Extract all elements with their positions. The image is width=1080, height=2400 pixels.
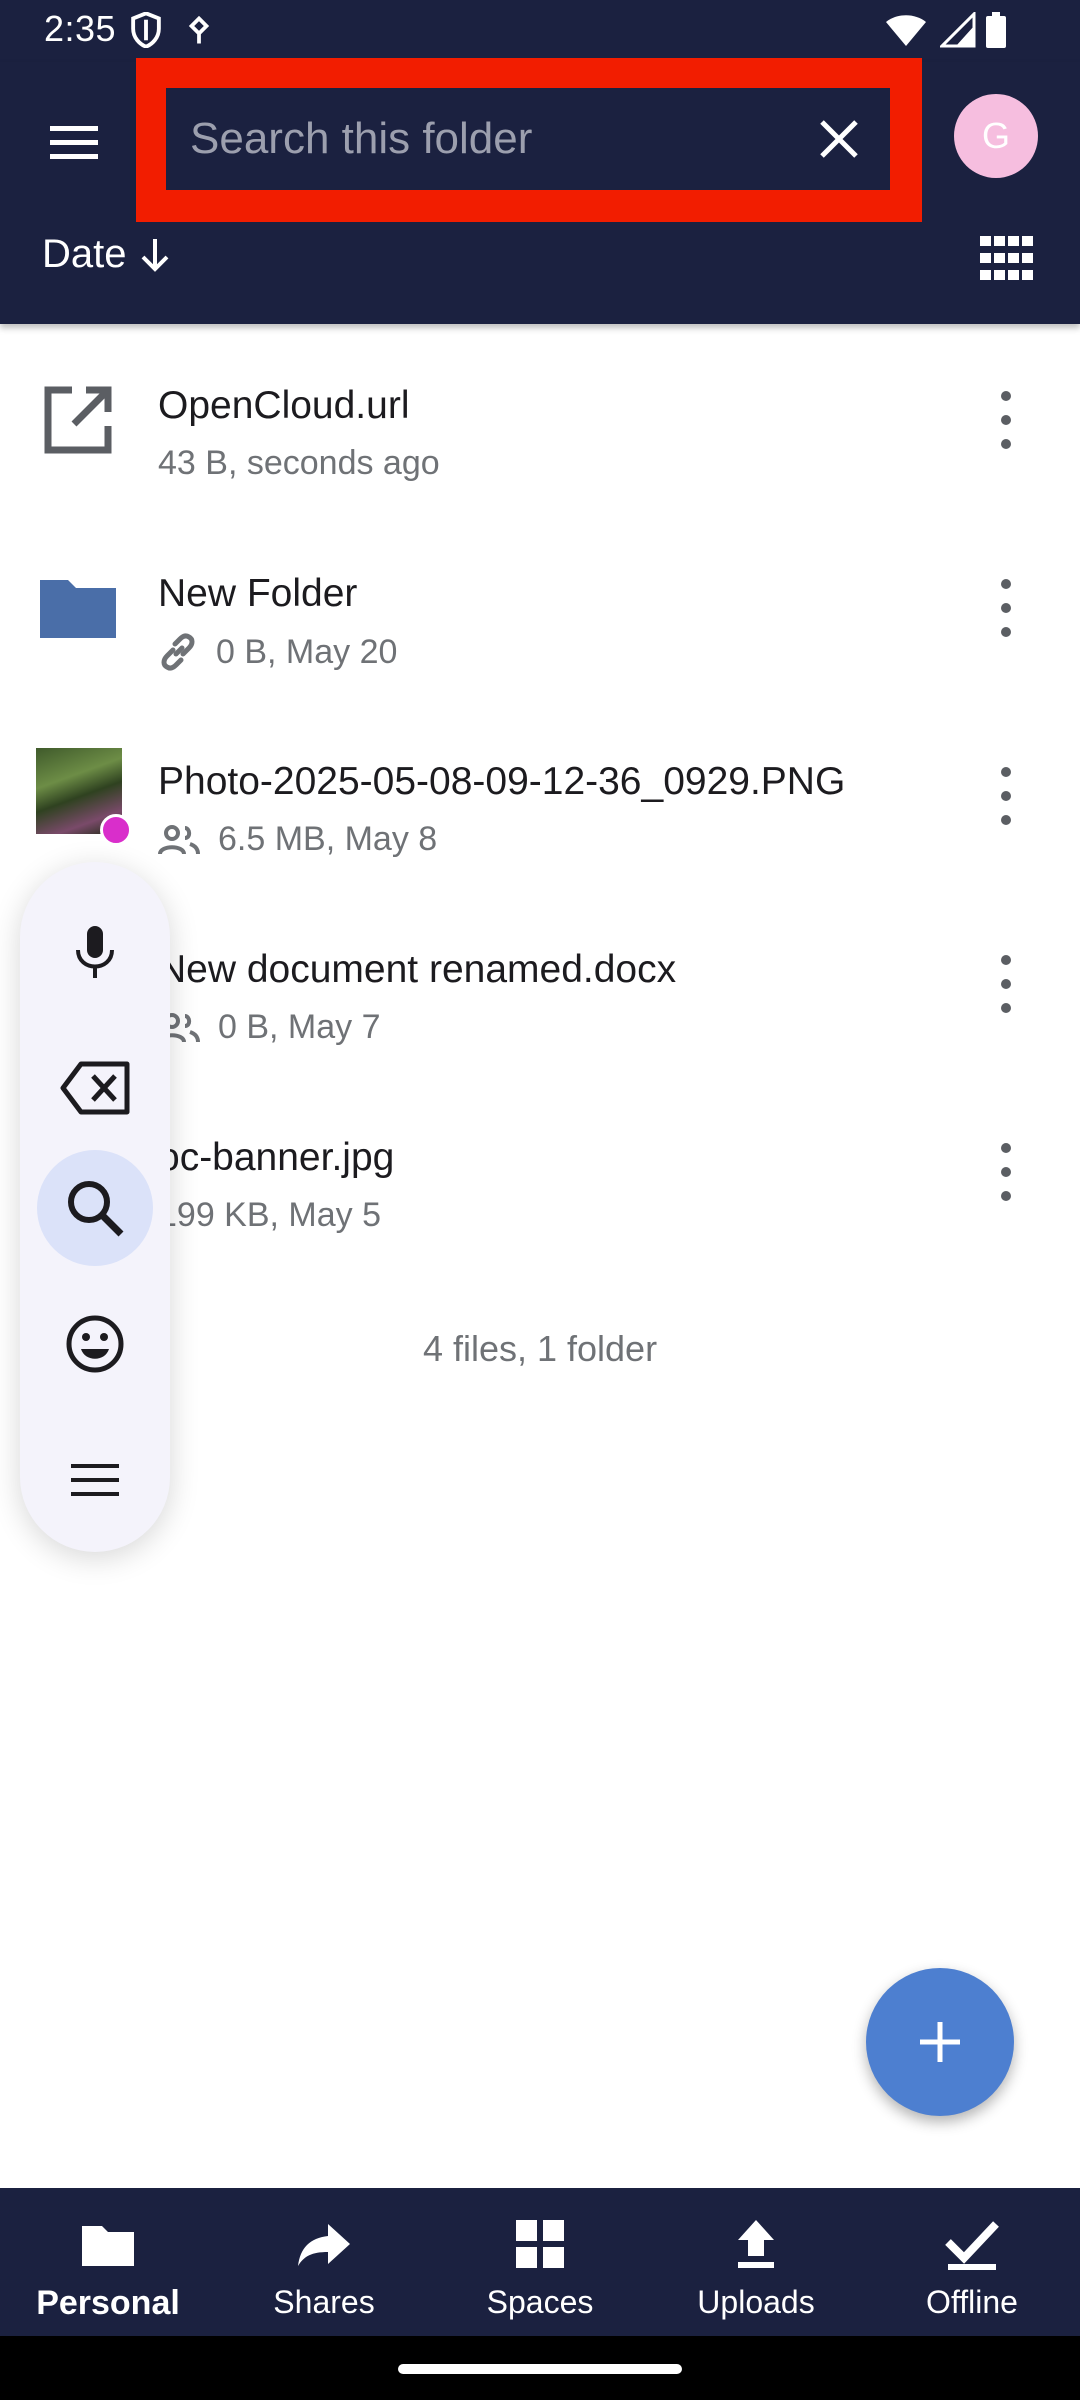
shield-icon [131,12,161,48]
file-name: New Folder [158,572,358,615]
nav-item-personal[interactable]: Personal [0,2188,216,2336]
folder-icon [82,2226,134,2266]
voice-input-button[interactable] [37,894,153,1010]
emoji-icon [66,1315,124,1373]
search-icon [68,1181,124,1237]
shared-icon [158,824,200,855]
nav-label: Personal [36,2284,180,2322]
network-icon [188,16,210,44]
list-item[interactable]: Photo-2025-05-08-09-12-36_0929.PNG 6.5 M… [0,710,1080,898]
avatar[interactable]: G [954,94,1038,178]
close-icon[interactable] [812,112,866,166]
more-options-icon[interactable] [988,384,1024,456]
backspace-button[interactable] [37,1030,153,1146]
nav-label: Uploads [697,2284,815,2320]
nav-item-uploads[interactable]: Uploads [648,2188,864,2336]
menu-icon [71,1464,119,1496]
check-icon [945,2221,999,2270]
upload-icon [738,2220,774,2268]
spaces-grid-icon [516,2220,564,2268]
grid-view-icon[interactable] [980,236,1034,280]
add-fab-button[interactable] [866,1968,1014,2116]
app-bar: Search this folder G Date [0,58,1080,324]
arrow-down-icon [141,238,168,272]
backspace-icon [60,1061,130,1115]
folder-icon [40,580,116,638]
search-input[interactable]: Search this folder [166,88,890,190]
file-name: oc-banner.jpg [158,1136,395,1179]
file-meta: 199 KB, May 5 [158,1196,382,1234]
floating-keyboard-panel [20,862,170,1552]
external-link-icon [44,386,112,454]
signal-icon [940,12,976,48]
keyboard-menu-button[interactable] [37,1422,153,1538]
file-meta: 6.5 MB, May 8 [158,820,437,859]
nav-label: Spaces [486,2284,594,2320]
status-time: 2:35 [44,8,117,49]
list-item[interactable]: New Folder 0 B, May 20 [0,522,1080,710]
list-item[interactable]: OpenCloud.url 43 B, seconds ago [0,334,1080,522]
sort-button[interactable]: Date [42,232,173,277]
battery-icon [986,12,1006,48]
hamburger-menu-icon[interactable] [44,112,104,172]
more-options-icon[interactable] [988,572,1024,644]
file-meta: 43 B, seconds ago [158,444,440,482]
emoji-button[interactable] [37,1286,153,1402]
more-options-icon[interactable] [988,1136,1024,1208]
file-meta: 0 B, May 20 [158,632,397,672]
nav-item-spaces[interactable]: Spaces [432,2188,648,2336]
more-options-icon[interactable] [988,948,1024,1020]
file-name: New document renamed.docx [158,948,677,991]
nav-label: Shares [273,2284,375,2320]
nav-label: Offline [926,2284,1018,2320]
file-name: OpenCloud.url [158,384,410,427]
nav-item-shares[interactable]: Shares [216,2188,432,2336]
wifi-icon [886,15,926,46]
more-options-icon[interactable] [988,760,1024,832]
file-name: Photo-2025-05-08-09-12-36_0929.PNG [158,760,846,803]
status-bar: 2:35 [0,0,1080,62]
sort-label: Date [42,232,127,276]
file-meta: 0 B, May 7 [158,1008,381,1047]
plus-icon [920,2022,960,2062]
share-icon [298,2224,350,2266]
search-button[interactable] [37,1150,153,1266]
nav-item-offline[interactable]: Offline [864,2188,1080,2336]
link-icon [161,633,195,671]
gesture-navigation-bar [0,2336,1080,2400]
microphone-icon [76,926,114,978]
search-placeholder: Search this folder [190,114,533,163]
bottom-navigation: Personal Shares Spaces Uploads Offline [0,2188,1080,2336]
home-gesture-handle[interactable] [398,2364,682,2374]
available-offline-badge-icon [100,814,132,846]
